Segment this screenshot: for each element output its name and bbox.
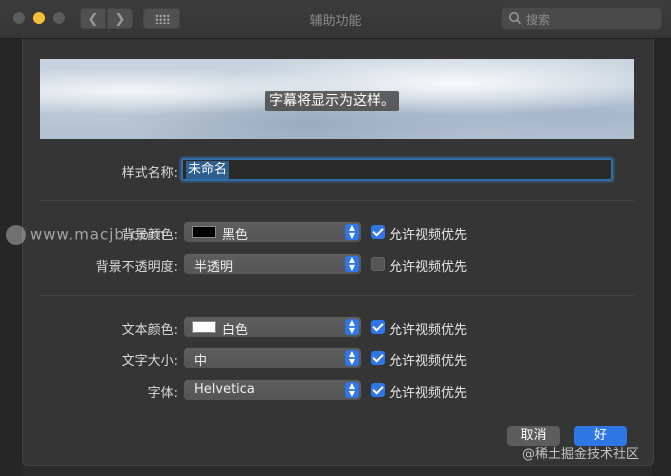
allow-video-label: 允许视频优先 <box>389 386 468 401</box>
updown-arrows-icon: ▲ ▼ <box>345 350 359 366</box>
background-opacity-label: 背景不透明度: <box>95 260 178 275</box>
watermark-left-text: www.macjb.com <box>30 225 166 244</box>
caption-style-sheet: 字幕将显示为这样。 样式名称: 未命名 背景颜色: 黑色 ▲ ▼ 允许视频优先 背… <box>22 39 654 466</box>
preview-caption: 字幕将显示为这样。 <box>265 91 399 111</box>
search-field[interactable]: 搜索 <box>501 7 662 30</box>
font-label: 字体: <box>147 386 178 401</box>
caption-preview: 字幕将显示为这样。 <box>40 59 634 139</box>
allow-video-label: 允许视频优先 <box>389 228 468 243</box>
allow-video-checkbox-font[interactable] <box>371 383 385 397</box>
title-bar: ❮ ❯ 辅助功能 搜索 <box>0 0 671 39</box>
separator <box>40 295 634 296</box>
watermark-logo-icon <box>6 225 26 245</box>
allow-video-checkbox-bg-color[interactable] <box>371 225 385 239</box>
right-edge <box>652 39 671 476</box>
font-value: Helvetica <box>194 382 255 397</box>
font-select[interactable]: Helvetica ▲ ▼ <box>184 380 361 400</box>
watermark-left: www.macjb.com <box>6 225 166 245</box>
color-swatch <box>192 321 216 333</box>
background-opacity-value: 半透明 <box>194 260 234 275</box>
text-color-value: 白色 <box>222 323 249 338</box>
updown-arrows-icon: ▲ ▼ <box>345 319 359 335</box>
allow-video-checkbox-bg-opacity[interactable] <box>371 257 385 271</box>
search-icon <box>509 12 522 25</box>
allow-video-label: 允许视频优先 <box>389 260 468 275</box>
text-size-label: 文字大小: <box>121 354 178 369</box>
background-opacity-select[interactable]: 半透明 ▲ ▼ <box>184 254 361 275</box>
text-size-value: 中 <box>194 354 208 369</box>
background-color-value: 黑色 <box>222 228 249 243</box>
allow-video-label: 允许视频优先 <box>389 323 468 338</box>
updown-arrows-icon: ▲ ▼ <box>345 224 359 240</box>
search-placeholder: 搜索 <box>526 13 551 27</box>
style-name-value: 未命名 <box>186 161 230 179</box>
color-swatch <box>192 226 216 238</box>
style-name-input[interactable]: 未命名 <box>181 158 613 181</box>
text-color-label: 文本颜色: <box>121 323 178 338</box>
style-name-label: 样式名称: <box>121 166 178 181</box>
updown-arrows-icon: ▲ ▼ <box>345 256 359 272</box>
allow-video-label: 允许视频优先 <box>389 354 468 369</box>
text-color-select[interactable]: 白色 ▲ ▼ <box>184 317 361 338</box>
text-size-select[interactable]: 中 ▲ ▼ <box>184 348 361 369</box>
separator <box>40 200 634 201</box>
allow-video-checkbox-text-size[interactable] <box>371 351 385 365</box>
allow-video-checkbox-text-color[interactable] <box>371 320 385 334</box>
background-color-select[interactable]: 黑色 ▲ ▼ <box>184 222 361 243</box>
watermark-right: @稀土掘金技术社区 <box>522 447 640 462</box>
left-edge <box>0 39 22 476</box>
updown-arrows-icon: ▲ ▼ <box>345 382 359 398</box>
